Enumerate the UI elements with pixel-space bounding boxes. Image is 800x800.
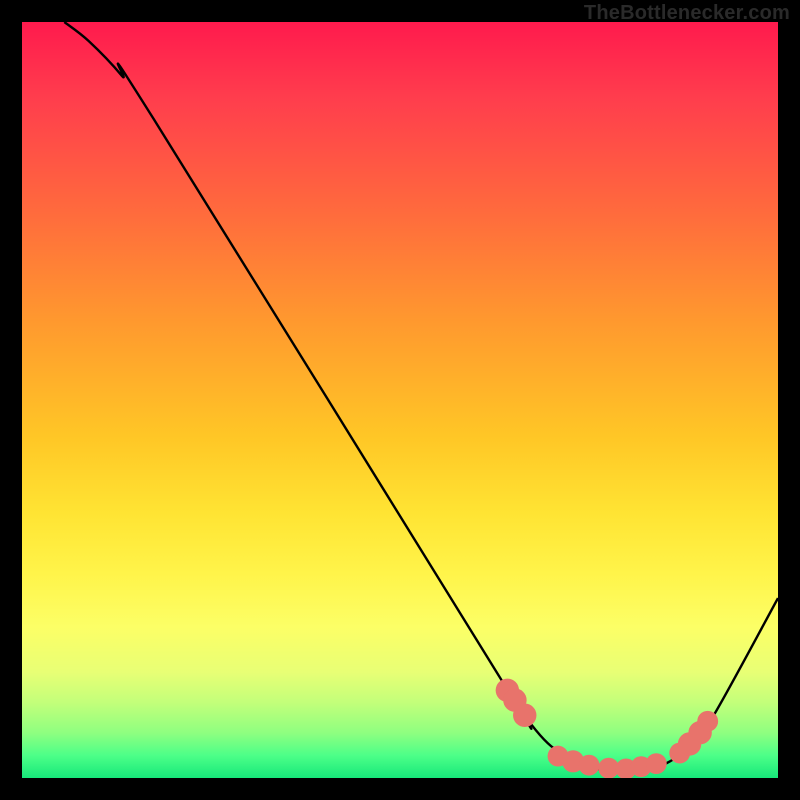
chart-frame: TheBottlenecker.com — [0, 0, 800, 800]
curve-marker — [697, 711, 718, 732]
curve-marker — [579, 755, 600, 776]
curve-line — [64, 22, 778, 772]
chart-svg — [22, 22, 778, 778]
curve-markers — [496, 679, 718, 778]
curve-marker — [513, 704, 536, 727]
curve-marker — [646, 753, 667, 774]
